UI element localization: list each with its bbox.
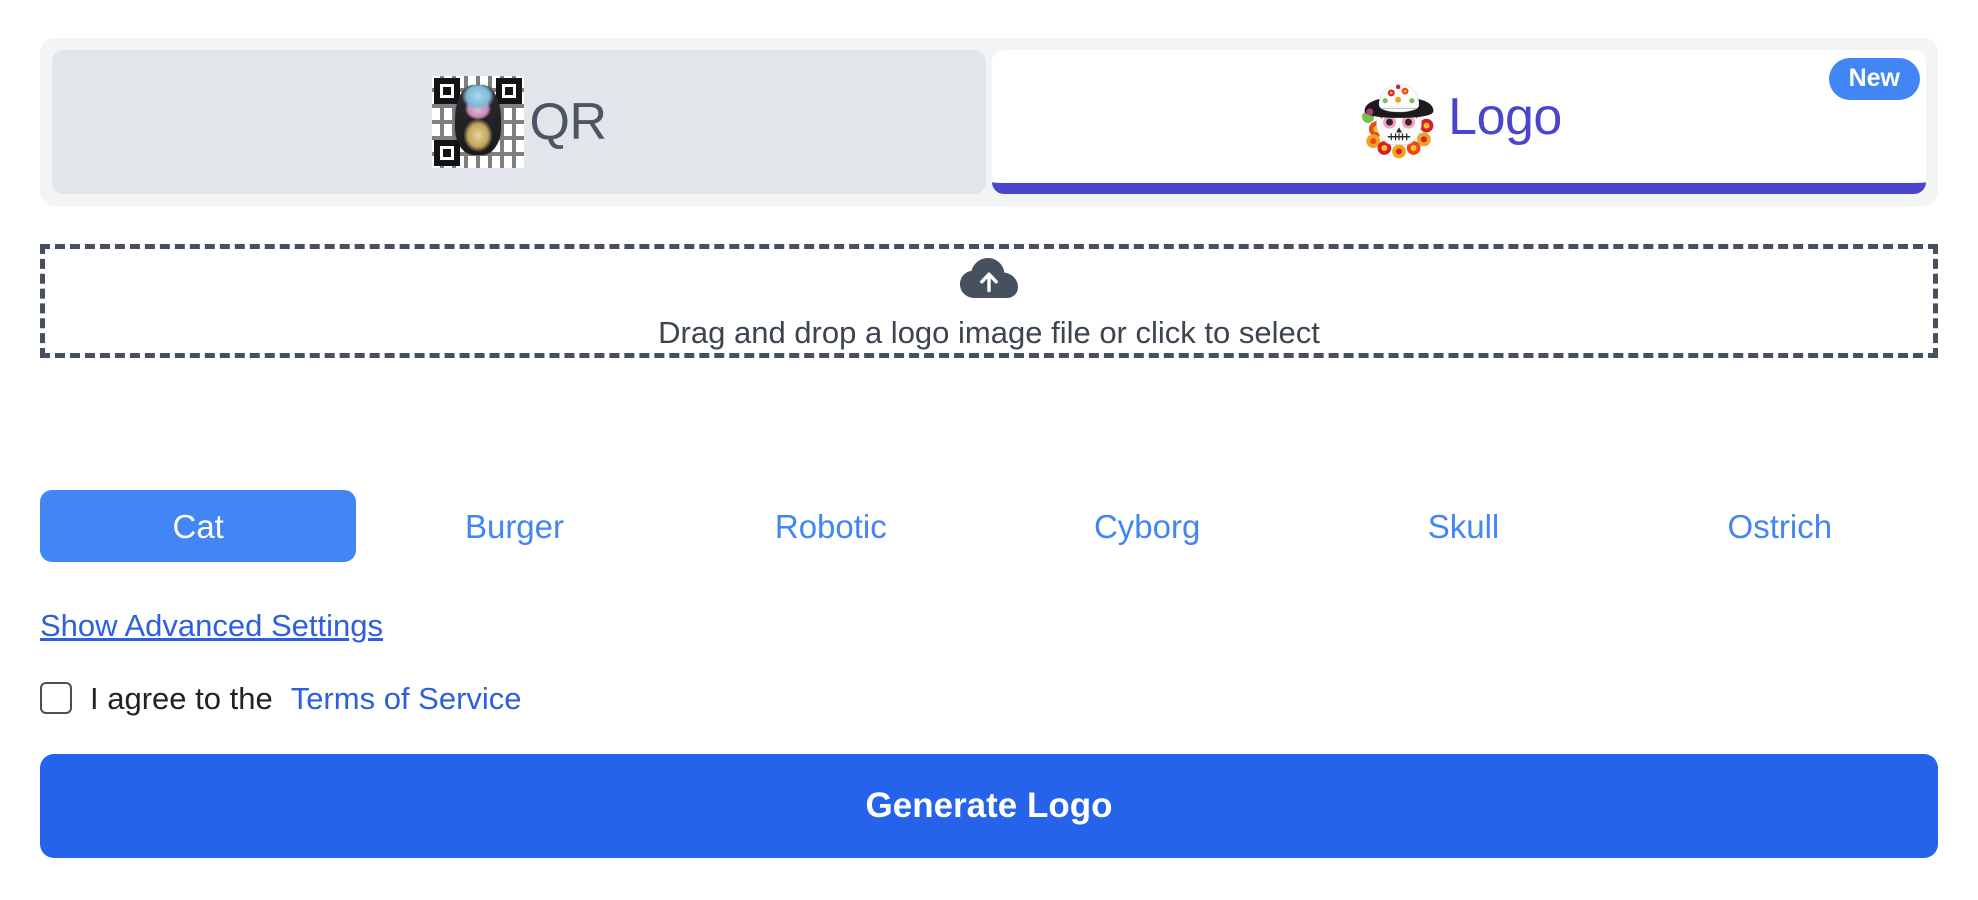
generate-logo-button[interactable]: Generate Logo [40, 754, 1938, 858]
terms-of-service-link[interactable]: Terms of Service [291, 683, 522, 714]
style-option-cat[interactable]: Cat [40, 490, 357, 562]
dropzone-label: Drag and drop a logo image file or click… [658, 314, 1320, 350]
sugar-skull-logo-icon [1356, 74, 1442, 160]
tab-qr-label: QR [529, 93, 608, 151]
logo-file-dropzone[interactable]: Drag and drop a logo image file or click… [40, 244, 1938, 358]
style-option-group: Cat Burger Robotic Cyborg Skull Ostrich [40, 490, 1938, 562]
style-option-skull[interactable]: Skull [1305, 490, 1621, 562]
cloud-upload-icon [959, 255, 1019, 301]
new-badge: New [1828, 58, 1920, 100]
style-option-burger[interactable]: Burger [356, 490, 672, 562]
mode-tab-bar: QR Logo New [40, 38, 1938, 206]
show-advanced-settings-link[interactable]: Show Advanced Settings [40, 610, 383, 641]
tab-qr[interactable]: QR [52, 50, 986, 194]
terms-checkbox[interactable] [40, 682, 72, 714]
logo-generator-panel: QR Logo New Drag and drop a logo image f… [0, 0, 1978, 900]
style-option-robotic[interactable]: Robotic [673, 490, 989, 562]
terms-agreement-row: I agree to the Terms of Service [40, 678, 522, 718]
style-option-ostrich[interactable]: Ostrich [1622, 490, 1938, 562]
qr-code-icon [431, 76, 524, 168]
style-option-cyborg[interactable]: Cyborg [989, 490, 1305, 562]
tab-logo-label: Logo [1448, 87, 1562, 146]
tab-logo[interactable]: Logo [992, 50, 1926, 194]
terms-agreement-label: I agree to the [90, 680, 273, 716]
